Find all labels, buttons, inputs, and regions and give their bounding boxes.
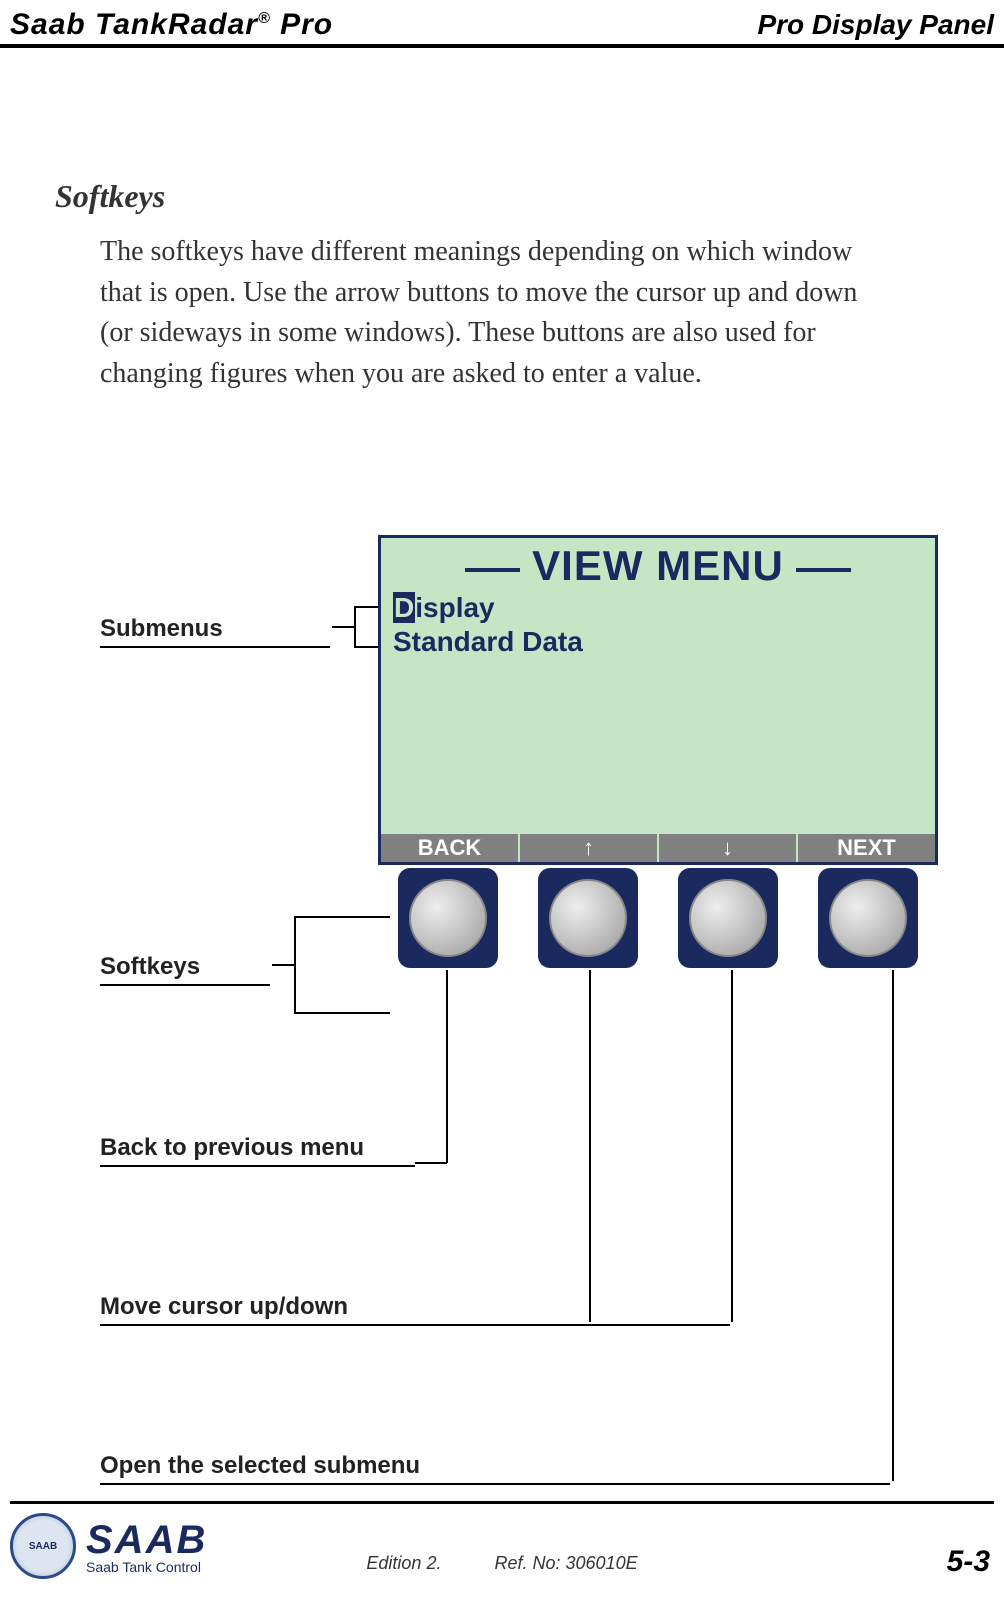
screen-title: VIEW MENU: [520, 542, 796, 590]
label-open-desc: Open the selected submenu: [100, 1452, 890, 1485]
menu-item-display-rest: isplay: [415, 592, 494, 623]
page-number: 5-3: [947, 1545, 990, 1579]
title-rule-left: [465, 568, 520, 572]
label-softkeys: Softkeys: [100, 953, 270, 986]
softkey-label-up: ↑: [520, 834, 659, 862]
up-button[interactable]: [538, 868, 638, 968]
softkey-label-next: NEXT: [798, 834, 935, 862]
edition-text: Edition 2.: [366, 1553, 441, 1573]
ref-text: Ref. No: 306010E: [494, 1553, 637, 1573]
softkey-label-back: BACK: [381, 834, 520, 862]
header-section-title: Pro Display Panel: [757, 9, 994, 41]
product-name: Saab TankRadar® Pro: [10, 8, 333, 42]
body-paragraph: The softkeys have different meanings dep…: [100, 232, 890, 394]
page-footer: SAAB SAAB Saab Tank Control Edition 2. R…: [0, 1501, 1004, 1611]
physical-button-row: [378, 868, 938, 968]
footer-rule: [10, 1501, 994, 1504]
label-back-desc: Back to previous menu: [100, 1134, 415, 1167]
softkey-label-down: ↓: [659, 834, 798, 862]
menu-item-standard-data[interactable]: Standard Data: [381, 626, 935, 658]
diagram-area: Submenus Softkeys Back to previous menu …: [100, 535, 940, 1445]
label-submenus: Submenus: [100, 615, 330, 648]
lcd-screen: VIEW MENU Display Standard Data BACK ↑ ↓…: [378, 535, 938, 865]
title-rule-right: [796, 568, 851, 572]
menu-item-display[interactable]: Display: [381, 592, 935, 624]
down-button[interactable]: [678, 868, 778, 968]
softkey-label-bar: BACK ↑ ↓ NEXT: [381, 834, 935, 862]
label-updown-desc: Move cursor up/down: [100, 1293, 730, 1326]
footer-center-text: Edition 2. Ref. No: 306010E: [0, 1553, 1004, 1574]
page-header: Saab TankRadar® Pro Pro Display Panel: [0, 0, 1004, 48]
back-button[interactable]: [398, 868, 498, 968]
next-button[interactable]: [818, 868, 918, 968]
section-heading: Softkeys: [55, 178, 165, 215]
